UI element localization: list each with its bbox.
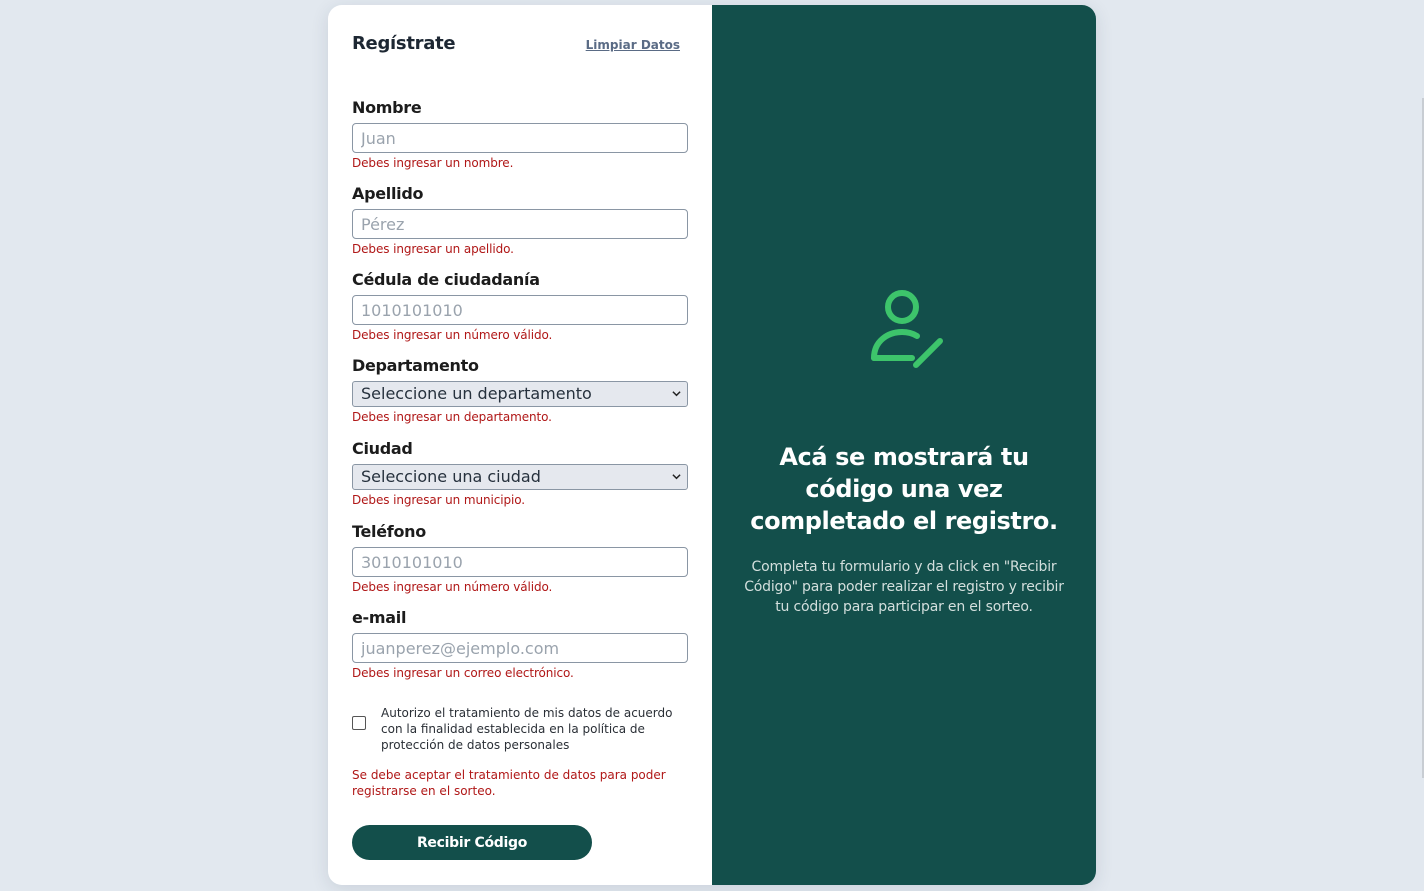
departamento-label: Departamento [352,356,479,375]
nombre-label: Nombre [352,98,422,117]
telefono-label: Teléfono [352,522,426,541]
field-ciudad: Ciudad Seleccione una ciudad Debes ingre… [352,438,688,507]
field-cedula: Cédula de ciudadanía Debes ingresar un n… [352,269,688,342]
apellido-error: Debes ingresar un apellido. [352,242,514,256]
code-info-panel: Acá se mostrará tu código una vez comple… [712,5,1096,885]
cedula-error: Debes ingresar un número válido. [352,328,553,342]
field-apellido: Apellido Debes ingresar un apellido. [352,183,688,256]
departamento-error: Debes ingresar un departamento. [352,410,552,424]
user-edit-icon [871,290,943,368]
info-description: Completa tu formulario y da click en "Re… [744,559,1064,615]
field-departamento: Departamento Seleccione un departamento … [352,355,688,424]
chevron-down-icon [672,391,681,397]
registration-card: Regístrate Limpiar Datos Nombre Debes in… [328,5,1096,885]
telefono-error: Debes ingresar un número válido. [352,580,553,594]
cedula-input[interactable] [352,295,688,325]
ciudad-error: Debes ingresar un municipio. [352,493,525,507]
cedula-label: Cédula de ciudadanía [352,270,540,289]
registration-form: Regístrate Limpiar Datos Nombre Debes in… [328,5,712,885]
field-telefono: Teléfono Debes ingresar un número válido… [352,521,688,594]
consent-text: Autorizo el tratamiento de mis datos de … [381,706,673,752]
ciudad-label: Ciudad [352,439,413,458]
nombre-input[interactable] [352,123,688,153]
info-title: Acá se mostrará tu código una vez comple… [750,443,1058,535]
chevron-down-icon [672,474,681,480]
telefono-input[interactable] [352,547,688,577]
consent-checkbox[interactable] [352,716,366,730]
receive-code-button[interactable]: Recibir Código [352,825,592,860]
apellido-label: Apellido [352,184,424,203]
email-label: e-mail [352,608,407,627]
email-input[interactable] [352,633,688,663]
nombre-error: Debes ingresar un nombre. [352,156,514,170]
ciudad-selected-value: Seleccione una ciudad [361,467,541,486]
clear-data-link[interactable]: Limpiar Datos [586,38,680,52]
field-nombre: Nombre Debes ingresar un nombre. [352,97,688,170]
form-header: Regístrate Limpiar Datos [352,31,696,59]
departamento-select[interactable]: Seleccione un departamento [352,381,688,407]
apellido-input[interactable] [352,209,688,239]
consent-error: Se debe aceptar el tratamiento de datos … [352,768,666,798]
departamento-selected-value: Seleccione un departamento [361,384,592,403]
email-error: Debes ingresar un correo electrónico. [352,666,574,680]
form-title: Regístrate [352,33,456,54]
field-email: e-mail Debes ingresar un correo electrón… [352,607,688,680]
ciudad-select[interactable]: Seleccione una ciudad [352,464,688,490]
